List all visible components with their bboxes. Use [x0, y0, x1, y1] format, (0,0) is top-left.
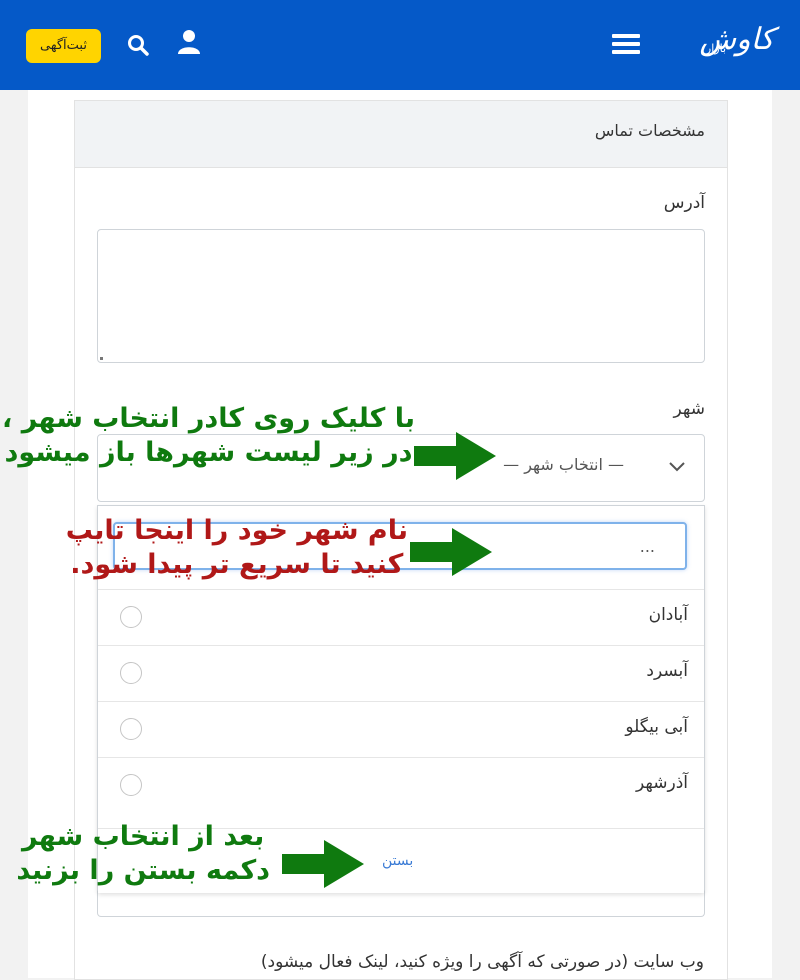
city-name: آبی بیگلو: [625, 717, 688, 737]
radio-icon[interactable]: [120, 774, 142, 796]
city-label: شهر: [673, 399, 705, 419]
city-name: آبادان: [648, 605, 688, 625]
card-header: مشخصات تماس: [75, 101, 727, 168]
section-title: مشخصات تماس: [594, 121, 705, 140]
annotation-line: بعد از انتخاب شهر: [22, 821, 265, 852]
search-icon[interactable]: [127, 34, 149, 56]
radio-icon[interactable]: [120, 718, 142, 740]
annotation-line: نام شهر خود را اینجا تایپ: [65, 515, 408, 546]
annotation-line: با کلیک روی کادر انتخاب شهر ،: [2, 403, 415, 434]
chevron-down-icon: [669, 462, 685, 472]
annotation-line: کنید تا سریع تر پیدا شود.: [70, 548, 404, 580]
annotation-close: بعد از انتخاب شهر دکمه بستن را بزنید: [16, 820, 270, 888]
address-textarea[interactable]: [97, 229, 705, 363]
city-name: آذرشهر: [636, 773, 688, 793]
list-item[interactable]: آبی بیگلو: [98, 701, 704, 757]
arrow-right-icon: [282, 840, 364, 888]
resize-grip-icon[interactable]: [100, 357, 103, 360]
radio-icon[interactable]: [120, 662, 142, 684]
list-item[interactable]: آبسرد: [98, 645, 704, 701]
address-label: آدرس: [663, 193, 705, 213]
radio-icon[interactable]: [120, 606, 142, 628]
city-name: آبسرد: [646, 661, 688, 681]
arrow-right-icon: [414, 432, 496, 480]
annotation-line: دکمه بستن را بزنید: [16, 854, 270, 886]
list-item[interactable]: آذرشهر: [98, 757, 704, 813]
close-button[interactable]: بستن: [382, 853, 413, 869]
top-bar: کاوش بازار ثبت‌آگهی: [0, 0, 800, 90]
list-item[interactable]: آبادان: [98, 589, 704, 645]
city-select-value: — انتخاب شهر —: [503, 455, 624, 474]
site-logo[interactable]: کاوش بازار: [682, 20, 775, 68]
arrow-right-icon: [410, 528, 492, 576]
annotation-type-city: نام شهر خود را اینجا تایپ کنید تا سریع ت…: [66, 514, 408, 582]
logo-subtext: بازار: [705, 42, 726, 55]
annotation-open-list: با کلیک روی کادر انتخاب شهر ، در زیر لیس…: [2, 402, 415, 470]
user-icon[interactable]: [177, 29, 201, 55]
post-ad-button[interactable]: ثبت‌آگهی: [26, 29, 101, 63]
website-label: وب سایت (در صورتی که آگهی را ویژه کنید، …: [260, 952, 704, 972]
menu-icon[interactable]: [612, 34, 640, 58]
annotation-line: در زیر لیست شهرها باز میشود: [4, 436, 413, 468]
